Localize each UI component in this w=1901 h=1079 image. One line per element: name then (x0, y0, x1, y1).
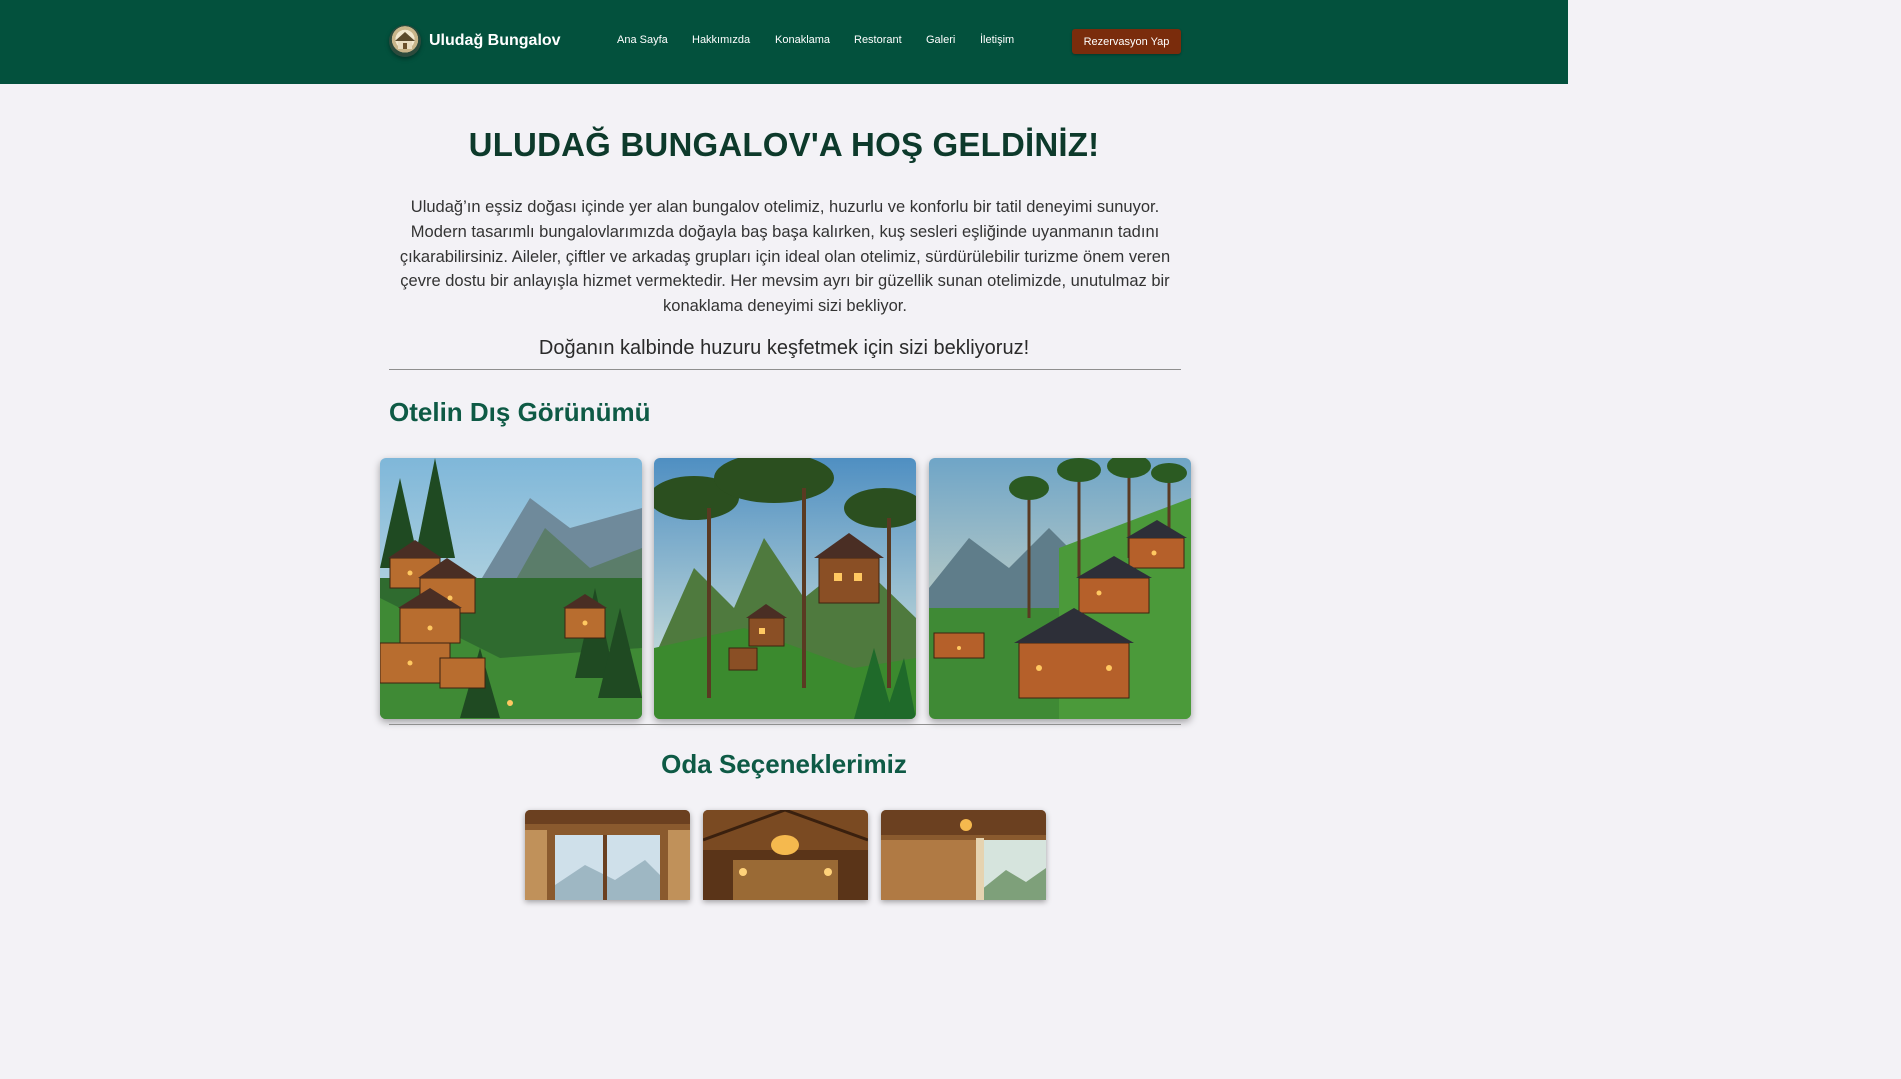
divider (389, 724, 1181, 725)
page-title: ULUDAĞ BUNGALOV'A HOŞ GELDİNİZ! (468, 126, 1100, 163)
nav-galeri[interactable]: Galeri (926, 34, 955, 46)
bungalow-logo-icon (389, 25, 421, 57)
tagline: Doğanın kalbinde huzuru keşfetmek için s… (538, 337, 1030, 359)
nav-restorant[interactable]: Restorant (854, 34, 902, 46)
site-header: Uludağ Bungalov Ana Sayfa Hakkımızda Kon… (0, 0, 1568, 84)
nav-ana-sayfa[interactable]: Ana Sayfa (617, 34, 668, 46)
nav-konaklama[interactable]: Konaklama (775, 34, 830, 46)
exterior-section-title: Otelin Dış Görünümü (389, 397, 651, 427)
exterior-photo-2[interactable] (654, 458, 916, 719)
rooms-section-title: Oda Seçeneklerimiz (661, 749, 907, 779)
nav-hakkimizda[interactable]: Hakkımızda (692, 34, 750, 46)
room-photo-1[interactable] (525, 810, 690, 900)
brand[interactable]: Uludağ Bungalov (389, 24, 561, 58)
divider (389, 369, 1181, 370)
exterior-photo-1[interactable] (380, 458, 642, 719)
room-photo-2[interactable] (703, 810, 868, 900)
reservation-button[interactable]: Rezervasyon Yap (1072, 29, 1181, 54)
room-photo-3[interactable] (881, 810, 1046, 900)
exterior-photo-3[interactable] (929, 458, 1191, 719)
intro-paragraph: Uludağ’ın eşsiz doğası içinde yer alan b… (399, 198, 1171, 316)
nav-iletisim[interactable]: İletişim (980, 34, 1014, 46)
brand-name: Uludağ Bungalov (429, 32, 561, 49)
